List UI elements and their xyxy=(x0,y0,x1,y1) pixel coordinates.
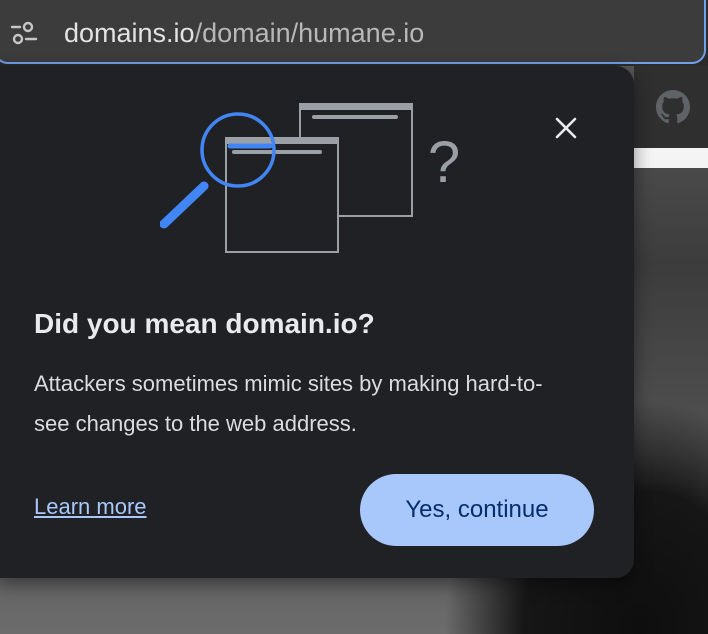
background-banner xyxy=(634,148,708,168)
popup-description: Attackers sometimes mimic sites by makin… xyxy=(34,371,543,436)
omnibox[interactable]: domains.io/domain/humane.io xyxy=(0,0,706,64)
question-mark: ? xyxy=(428,130,460,195)
popup-title: Did you mean domain.io? xyxy=(34,308,375,339)
github-icon[interactable] xyxy=(656,90,690,124)
magnifier-windows-illustration: ? xyxy=(160,103,460,253)
url-text[interactable]: domains.io/domain/humane.io xyxy=(64,16,424,50)
url-domain: domains.io xyxy=(64,18,195,48)
close-button[interactable] xyxy=(548,110,584,146)
url-path: /domain/humane.io xyxy=(194,18,425,48)
tune-icon[interactable] xyxy=(10,20,38,46)
close-icon xyxy=(555,117,577,139)
yes-continue-button[interactable]: Yes, continue xyxy=(360,474,594,546)
learn-more-link[interactable]: Learn more xyxy=(34,494,147,520)
lookalike-url-popup: ? Did you mean domain.io? Attackers some… xyxy=(0,66,634,578)
